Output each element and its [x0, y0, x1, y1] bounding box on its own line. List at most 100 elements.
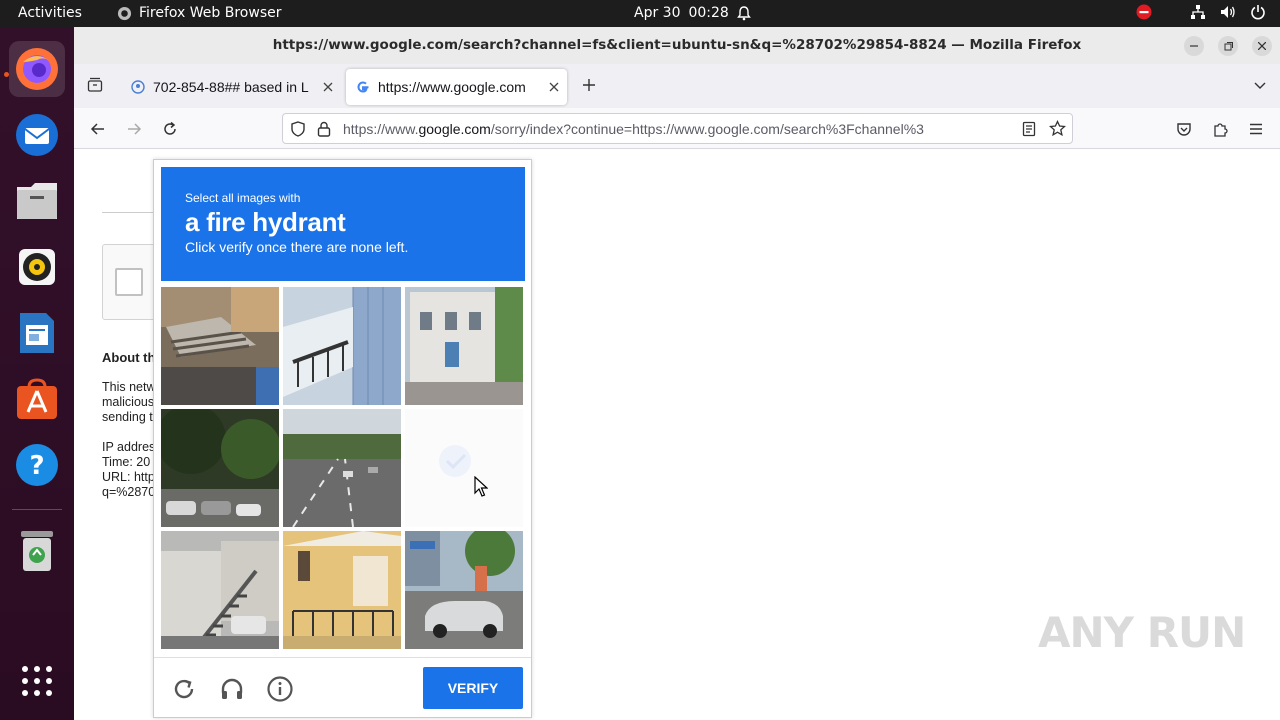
navigation-toolbar: https://www.google.com/sorry/index?conti… [74, 108, 1280, 149]
challenge-subtext: Click verify once there are none left. [185, 239, 409, 255]
tab-overview-button[interactable] [82, 72, 108, 98]
page-paragraph-line: sending t [102, 410, 153, 424]
image-tile-house-street[interactable] [405, 287, 523, 405]
url-bar[interactable]: https://www.google.com/sorry/index?conti… [282, 113, 1073, 144]
url-text[interactable]: https://www.google.com/sorry/index?conti… [343, 121, 1011, 137]
tabs-list-icon [87, 77, 103, 92]
info-icon [267, 676, 293, 702]
reader-view-icon[interactable] [1022, 121, 1036, 137]
help-info-button[interactable] [266, 675, 294, 703]
google-favicon-icon [357, 81, 369, 93]
help-icon[interactable]: ? [9, 437, 65, 493]
page-paragraph-line: malicious [102, 395, 155, 409]
image-tile-trees-parked-cars[interactable] [161, 409, 279, 527]
system-tray[interactable] [1136, 4, 1266, 20]
tab-google[interactable]: https://www.google.com [346, 69, 567, 105]
minimize-button[interactable] [1184, 36, 1204, 56]
show-apps-icon[interactable] [9, 653, 65, 709]
tracking-protection-shield-icon[interactable] [290, 121, 306, 137]
bell-icon [736, 5, 751, 20]
audio-challenge-button[interactable] [218, 675, 246, 703]
app-menu[interactable]: Firefox Web Browser [117, 5, 282, 21]
pocket-icon [1177, 123, 1191, 136]
image-tile-blank-loading[interactable] [405, 409, 523, 527]
extensions-button[interactable] [1207, 116, 1233, 142]
tab-title: 702-854-88## based in L [153, 79, 309, 95]
list-all-tabs-button[interactable] [1247, 72, 1273, 98]
challenge-instruction: Select all images with [185, 191, 301, 205]
firefox-small-icon [117, 6, 132, 20]
app-menu-button[interactable] [1243, 116, 1269, 142]
url-line: URL: http [102, 470, 155, 484]
image-tile-street-cars[interactable] [405, 531, 523, 649]
plus-icon [583, 79, 595, 91]
back-arrow-icon [90, 123, 104, 135]
refresh-icon [174, 679, 194, 699]
bookmark-star-icon[interactable] [1049, 120, 1066, 137]
watermark-logo: ANY RUN [1038, 608, 1246, 657]
mouse-cursor-icon [474, 476, 488, 497]
image-tile-road-traffic[interactable] [283, 409, 401, 527]
app-center-icon[interactable] [9, 371, 65, 427]
clock[interactable]: Apr 30 00:28 [634, 5, 751, 21]
back-button[interactable] [85, 116, 111, 142]
reload-challenge-button[interactable] [170, 675, 198, 703]
image-tile-building-balcony[interactable] [283, 287, 401, 405]
close-tab-icon[interactable] [549, 82, 559, 92]
lock-icon[interactable] [317, 121, 331, 137]
verify-button[interactable]: VERIFY [423, 667, 523, 709]
window-title: https://www.google.com/search?channel=fs… [272, 37, 1082, 53]
reload-icon [164, 121, 176, 135]
firefox-icon[interactable] [9, 41, 65, 97]
close-icon [1258, 42, 1266, 50]
writer-icon[interactable] [9, 305, 65, 361]
thunderbird-icon[interactable] [9, 107, 65, 163]
maximize-button[interactable] [1218, 36, 1238, 56]
window-titlebar[interactable]: https://www.google.com/search?channel=fs… [74, 27, 1280, 64]
ip-address-line: IP addres [102, 440, 156, 454]
volume-icon [1221, 6, 1235, 18]
chevron-down-icon [1254, 82, 1266, 89]
close-window-button[interactable] [1252, 36, 1272, 56]
pocket-button[interactable] [1171, 116, 1197, 142]
minimize-icon [1190, 45, 1198, 47]
time-label: 00:28 [688, 5, 729, 21]
do-not-disturb-icon [1136, 4, 1152, 20]
app-name: Firefox Web Browser [139, 5, 282, 21]
page-paragraph-line: This netw [102, 380, 156, 394]
dock-separator [12, 509, 62, 510]
challenge-footer: VERIFY [154, 657, 531, 717]
image-tile-yellow-building[interactable] [283, 531, 401, 649]
tab-bar: 702-854-88## based in L https://www.goog… [74, 64, 1280, 108]
svg-text:?: ? [29, 451, 44, 481]
network-icon [1191, 5, 1205, 19]
date-label: Apr 30 [634, 5, 681, 21]
restore-icon [1224, 41, 1233, 50]
close-tab-icon[interactable] [323, 82, 333, 92]
recaptcha-checkbox[interactable] [115, 268, 143, 296]
forward-button[interactable] [121, 116, 147, 142]
about-heading: About th [102, 350, 156, 365]
query-line: q=%2870 [102, 485, 156, 499]
files-icon[interactable] [9, 173, 65, 229]
challenge-target: a fire hydrant [185, 207, 346, 237]
image-tile-stairs-ruins[interactable] [161, 287, 279, 405]
challenge-header: Select all images with a fire hydrant Cl… [161, 167, 525, 281]
time-line: Time: 20 [102, 455, 151, 469]
tab-title: https://www.google.com [378, 79, 526, 95]
top-bar: Activities Firefox Web Browser Apr 30 00… [0, 0, 1280, 27]
rhythmbox-icon[interactable] [9, 239, 65, 295]
headphones-icon [221, 678, 243, 699]
power-icon [1251, 5, 1265, 20]
image-tile-building-stairs[interactable] [161, 531, 279, 649]
tab-phone-search[interactable]: 702-854-88## based in L [121, 69, 341, 105]
recaptcha-challenge: Select all images with a fire hydrant Cl… [153, 159, 532, 718]
reload-button[interactable] [157, 116, 183, 142]
hamburger-menu-icon [1250, 123, 1262, 135]
activities-button[interactable]: Activities [18, 5, 82, 21]
new-tab-button[interactable] [576, 72, 602, 98]
trash-icon[interactable] [9, 523, 65, 579]
site-favicon-icon [131, 80, 145, 94]
puzzle-icon [1214, 123, 1228, 137]
dock: ? [0, 27, 74, 720]
